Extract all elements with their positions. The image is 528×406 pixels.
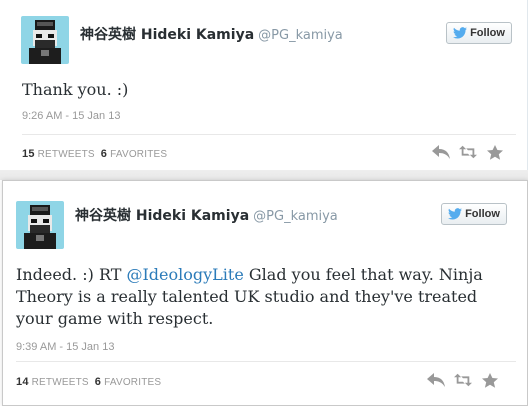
user-name[interactable]: 神谷英樹 Hideki Kamiya @PG_kamiya: [75, 205, 338, 225]
follow-button[interactable]: Follow: [446, 22, 512, 44]
reply-icon[interactable]: [427, 372, 445, 388]
tweet-card: 神谷英樹 Hideki Kamiya @PG_kamiya Follow Inde…: [2, 180, 528, 406]
display-name[interactable]: 神谷英樹 Hideki Kamiya: [75, 208, 249, 224]
tweet-text: Indeed. :) RT @IdeologyLite Glad you fee…: [16, 264, 506, 330]
reply-icon[interactable]: [432, 144, 450, 160]
follow-label: Follow: [470, 27, 505, 39]
tweet-text-before: Indeed. :) RT: [16, 265, 127, 284]
tweet-text: Thank you. :): [22, 79, 502, 101]
retweet-label[interactable]: RETWEETS: [38, 149, 95, 160]
timestamp[interactable]: 9:39 AM - 15 Jan 13: [16, 341, 114, 353]
favorite-count[interactable]: 6: [101, 148, 107, 160]
divider: [16, 361, 516, 362]
tweet-card: 神谷英樹 Hideki Kamiya @PG_kamiya Follow Than…: [0, 0, 528, 170]
retweet-count[interactable]: 15: [22, 148, 35, 160]
twitter-bird-icon: [448, 208, 463, 220]
favorite-count[interactable]: 6: [95, 376, 101, 388]
user-name[interactable]: 神谷英樹 Hideki Kamiya @PG_kamiya: [80, 24, 343, 44]
retweet-icon[interactable]: [454, 372, 472, 388]
timestamp[interactable]: 9:26 AM - 15 Jan 13: [22, 110, 120, 122]
favorite-label[interactable]: FAVORITES: [110, 149, 167, 160]
display-name[interactable]: 神谷英樹 Hideki Kamiya: [80, 27, 254, 43]
user-handle[interactable]: @PG_kamiya: [253, 209, 338, 224]
tweet-stats: 14 RETWEETS 6 FAVORITES: [16, 376, 161, 388]
user-handle[interactable]: @PG_kamiya: [258, 28, 343, 43]
retweet-count[interactable]: 14: [16, 376, 29, 388]
avatar[interactable]: [21, 16, 69, 64]
twitter-bird-icon: [453, 27, 468, 39]
avatar[interactable]: [16, 201, 64, 249]
favorite-label[interactable]: FAVORITES: [104, 377, 161, 388]
tweet-text-before: Thank you. :): [22, 80, 129, 99]
follow-button[interactable]: Follow: [441, 203, 507, 225]
tweet-actions: [432, 144, 504, 160]
tweet-actions: [427, 372, 499, 388]
star-icon[interactable]: [481, 372, 499, 388]
divider: [22, 134, 516, 135]
mention-link[interactable]: @IdeologyLite: [126, 265, 243, 284]
retweet-label[interactable]: RETWEETS: [32, 377, 89, 388]
tweet-stats: 15 RETWEETS 6 FAVORITES: [22, 148, 167, 160]
follow-label: Follow: [465, 208, 500, 220]
star-icon[interactable]: [486, 144, 504, 160]
retweet-icon[interactable]: [459, 144, 477, 160]
